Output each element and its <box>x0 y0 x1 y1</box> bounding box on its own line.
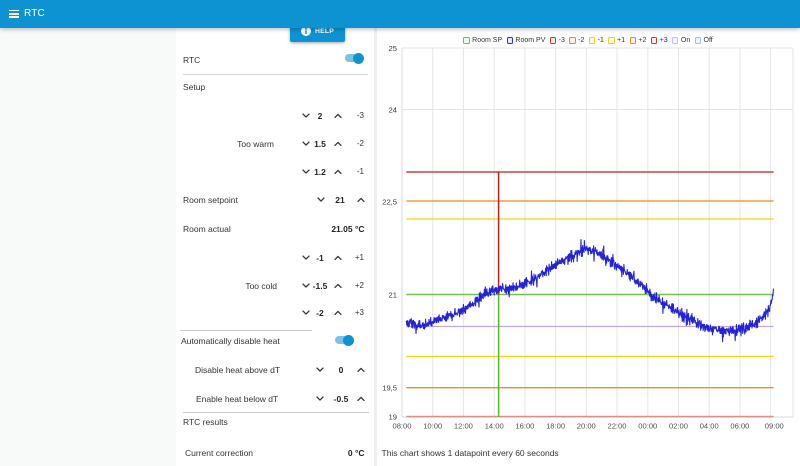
svg-text:21: 21 <box>389 290 397 299</box>
svg-text:02:00: 02:00 <box>669 421 688 430</box>
svg-text:19,5: 19,5 <box>382 383 397 392</box>
svg-text:10:00: 10:00 <box>423 421 442 430</box>
svg-text:14:00: 14:00 <box>485 421 504 430</box>
svg-text:00:00: 00:00 <box>638 421 657 430</box>
svg-text:06:00: 06:00 <box>730 421 749 430</box>
svg-text:24: 24 <box>389 105 397 114</box>
svg-text:19: 19 <box>389 412 397 421</box>
svg-text:22,5: 22,5 <box>382 197 397 206</box>
svg-text:04:00: 04:00 <box>700 421 719 430</box>
svg-text:20:00: 20:00 <box>577 421 596 430</box>
svg-text:16:00: 16:00 <box>515 421 534 430</box>
svg-text:12:00: 12:00 <box>454 421 473 430</box>
svg-text:09:00: 09:00 <box>765 421 784 430</box>
svg-text:18:00: 18:00 <box>546 421 565 430</box>
svg-text:22:00: 22:00 <box>607 421 626 430</box>
svg-text:08:00: 08:00 <box>392 421 411 430</box>
